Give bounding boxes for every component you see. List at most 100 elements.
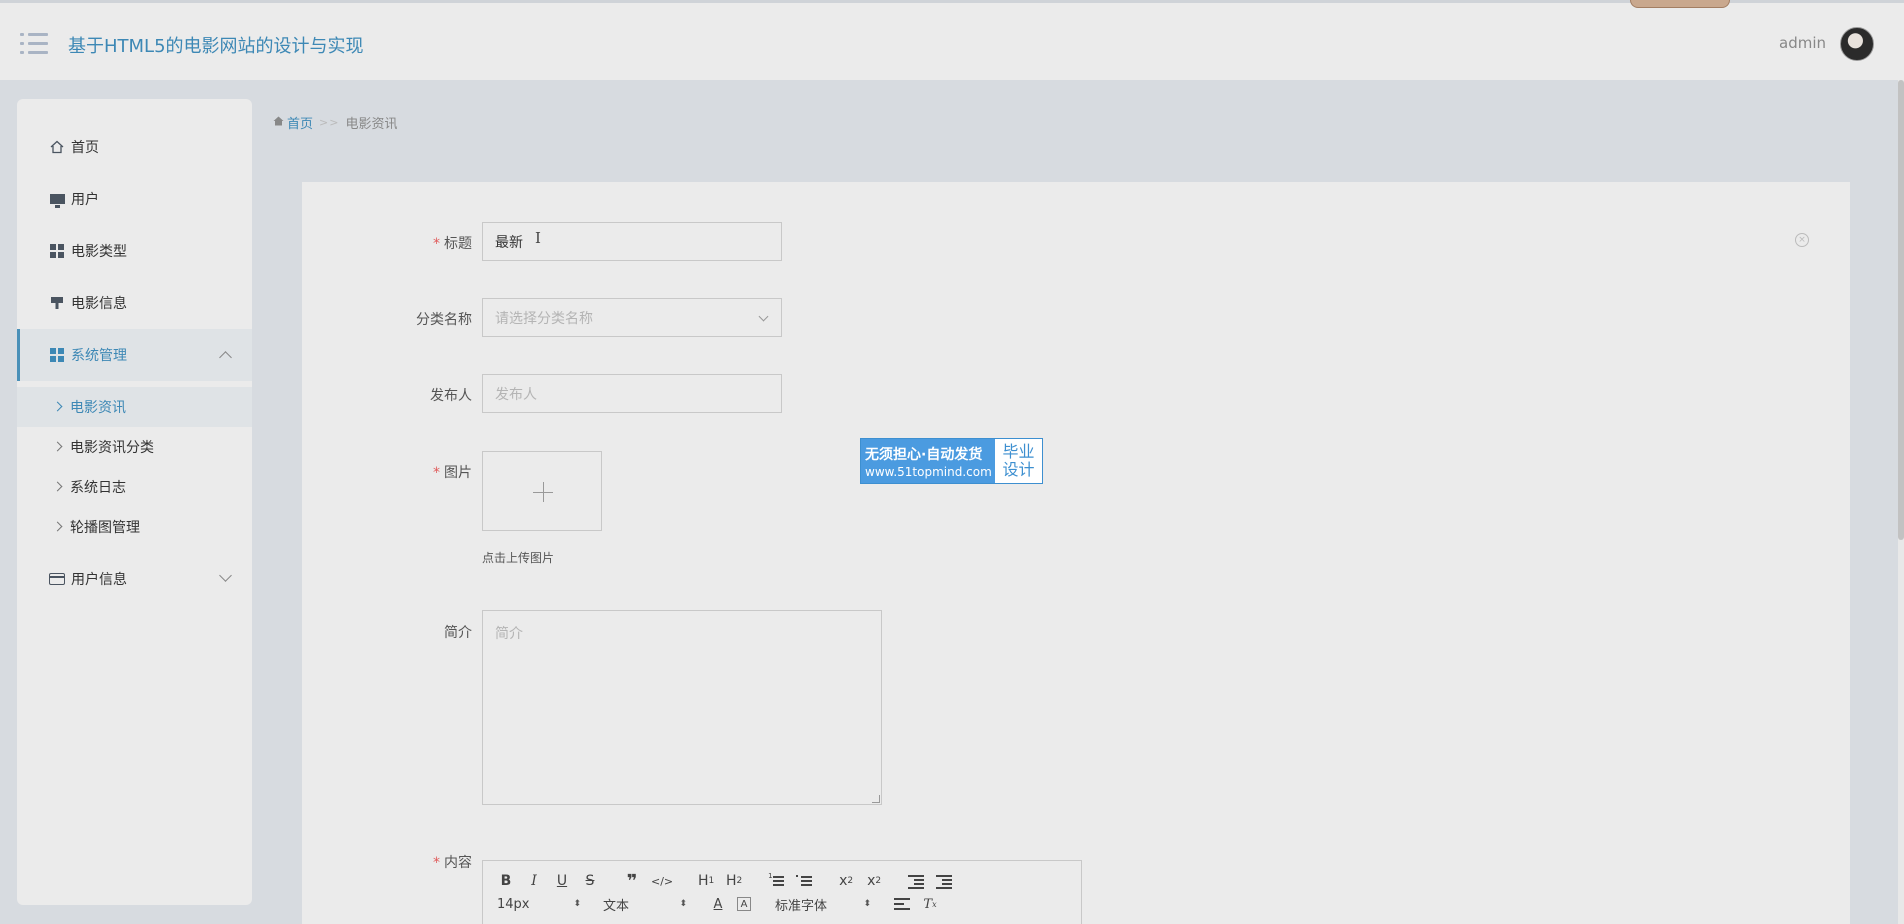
sidebar-subitem-label: 轮播图管理 [70, 520, 140, 536]
font-family-select[interactable]: 标准字体 ⬍ [775, 895, 871, 914]
title-label-text: 标题 [444, 236, 472, 252]
monitor-icon [49, 191, 65, 208]
code-icon[interactable]: </> [651, 871, 673, 891]
close-icon[interactable]: × [1795, 233, 1809, 247]
submenu-system-management: 电影资讯 电影资讯分类 系统日志 轮播图管理 [17, 381, 252, 553]
header-2-icon[interactable]: H2 [725, 871, 743, 891]
watermark-line2: www.51topmind.com [865, 465, 992, 479]
background-color-icon[interactable]: A [737, 897, 751, 911]
italic-icon[interactable]: I [525, 871, 543, 891]
publisher-label: 发布人 [430, 388, 472, 404]
header-1-icon[interactable]: H1 [697, 871, 715, 891]
sidebar-subitem-movie-news-category[interactable]: 电影资讯分类 [17, 427, 252, 467]
rich-text-editor[interactable]: B I U S ❞ </> H1 H2 1 x2 x2 14px ⬍ 文本 ⬍ [482, 860, 1082, 924]
sidebar-item-movie-types[interactable]: 电影类型 [17, 225, 252, 277]
sidebar-item-system-management[interactable]: 系统管理 [17, 329, 252, 381]
align-icon[interactable] [893, 894, 911, 914]
editor-toolbar-row: 14px ⬍ 文本 ⬍ A A 标准字体 ⬍ Tx [497, 894, 949, 914]
image-label: * 图片 [352, 462, 472, 482]
sidebar-subitem-system-log[interactable]: 系统日志 [17, 467, 252, 507]
sidebar-subitem-label: 系统日志 [70, 480, 126, 496]
strikethrough-icon[interactable]: S [581, 871, 599, 891]
grid-icon [49, 243, 65, 259]
watermark-right2: 设计 [1002, 460, 1035, 479]
select-arrows-icon: ⬍ [679, 899, 687, 909]
breadcrumb: 首页 >> 电影资讯 [273, 113, 397, 132]
home-icon [49, 139, 65, 155]
card-icon [49, 571, 65, 587]
bold-icon[interactable]: B [497, 871, 515, 891]
paint-brush-icon [49, 295, 65, 311]
select-arrows-icon: ⬍ [573, 899, 581, 909]
block-type-select[interactable]: 文本 ⬍ [603, 895, 687, 914]
sidebar-subitem-movie-news[interactable]: 电影资讯 [17, 387, 252, 427]
outdent-icon[interactable] [907, 871, 925, 891]
watermark-right1: 毕业 [1002, 442, 1035, 461]
font-size-select[interactable]: 14px ⬍ [497, 897, 581, 912]
publisher-input[interactable]: 发布人 [482, 374, 782, 413]
chevron-up-icon [219, 351, 232, 364]
required-mark: * [433, 236, 440, 252]
title-label: * 标题 [352, 233, 472, 253]
decorative-tab [1630, 0, 1730, 8]
sidebar-item-label: 用户信息 [71, 572, 127, 588]
font-color-icon[interactable]: A [709, 894, 727, 914]
sidebar-item-home[interactable]: 首页 [17, 121, 252, 173]
sidebar-item-label: 用户 [71, 192, 99, 208]
sidebar-item-label: 首页 [71, 140, 99, 156]
sidebar-item-users[interactable]: 用户 [17, 173, 252, 225]
sidebar-subitem-label: 电影资讯 [70, 400, 126, 416]
upload-hint: 点击上传图片 [482, 551, 555, 565]
sidebar-item-label: 电影类型 [71, 244, 127, 260]
sidebar-subitem-carousel-management[interactable]: 轮播图管理 [17, 507, 252, 547]
chevron-down-icon [758, 311, 769, 322]
top-header: 基于HTML5的电影网站的设计与实现 admin [0, 0, 1904, 80]
font-size-value: 14px [497, 896, 530, 912]
blockquote-icon[interactable]: ❞ [623, 871, 641, 892]
sidebar-item-movie-info[interactable]: 电影信息 [17, 277, 252, 329]
intro-placeholder: 简介 [495, 626, 523, 642]
title-input-value: 最新 [495, 234, 523, 251]
content-label: * 内容 [352, 852, 472, 872]
chevron-down-icon [219, 569, 232, 582]
publisher-placeholder: 发布人 [495, 386, 537, 403]
indent-icon[interactable] [935, 871, 953, 891]
image-upload-button[interactable] [482, 451, 602, 531]
text-cursor-icon: I [535, 229, 541, 247]
user-name[interactable]: admin [1779, 34, 1826, 52]
avatar[interactable] [1840, 27, 1874, 61]
ordered-list-icon[interactable]: 1 [767, 871, 785, 891]
vertical-scrollbar[interactable] [1898, 80, 1904, 924]
block-type-value: 文本 [603, 898, 630, 914]
title-input[interactable]: 最新 [482, 222, 782, 261]
resize-handle[interactable] [872, 795, 880, 803]
breadcrumb-home-link[interactable]: 首页 [287, 113, 313, 132]
sidebar-item-label: 系统管理 [71, 348, 127, 364]
watermark-line1: 无须担心·自动发货 [865, 447, 983, 463]
required-mark: * [433, 465, 440, 481]
app-title: 基于HTML5的电影网站的设计与实现 [68, 36, 364, 57]
subscript-icon[interactable]: x2 [837, 871, 855, 891]
grid-icon [49, 347, 65, 363]
underline-icon[interactable]: U [553, 871, 571, 891]
sidebar-subitem-label: 电影资讯分类 [70, 440, 154, 456]
menu-toggle-icon[interactable] [20, 33, 48, 55]
home-icon [273, 116, 284, 129]
category-select[interactable]: 请选择分类名称 [482, 298, 782, 337]
scrollbar-thumb[interactable] [1898, 80, 1904, 540]
sidebar-item-user-info[interactable]: 用户信息 [17, 553, 252, 605]
superscript-icon[interactable]: x2 [865, 871, 883, 891]
clear-format-icon[interactable]: Tx [921, 894, 939, 914]
required-mark: * [433, 855, 440, 871]
sidebar: 首页 用户 电影类型 电影信息 系统管理 电影资讯 电影资讯分类 系统日志 轮播… [17, 99, 252, 905]
editor-toolbar-row: B I U S ❞ </> H1 H2 1 x2 x2 [497, 871, 963, 892]
sidebar-item-label: 电影信息 [71, 296, 127, 312]
breadcrumb-separator: >> [319, 116, 340, 129]
intro-textarea[interactable]: 简介 [482, 610, 882, 805]
select-arrows-icon: ⬍ [863, 899, 871, 909]
image-label-text: 图片 [444, 465, 472, 481]
content-label-text: 内容 [444, 855, 472, 871]
watermark-badge: 无须担心·自动发货 www.51topmind.com 毕业 设计 [860, 438, 1043, 484]
bullet-list-icon[interactable] [795, 871, 813, 891]
category-label: 分类名称 [416, 312, 472, 328]
